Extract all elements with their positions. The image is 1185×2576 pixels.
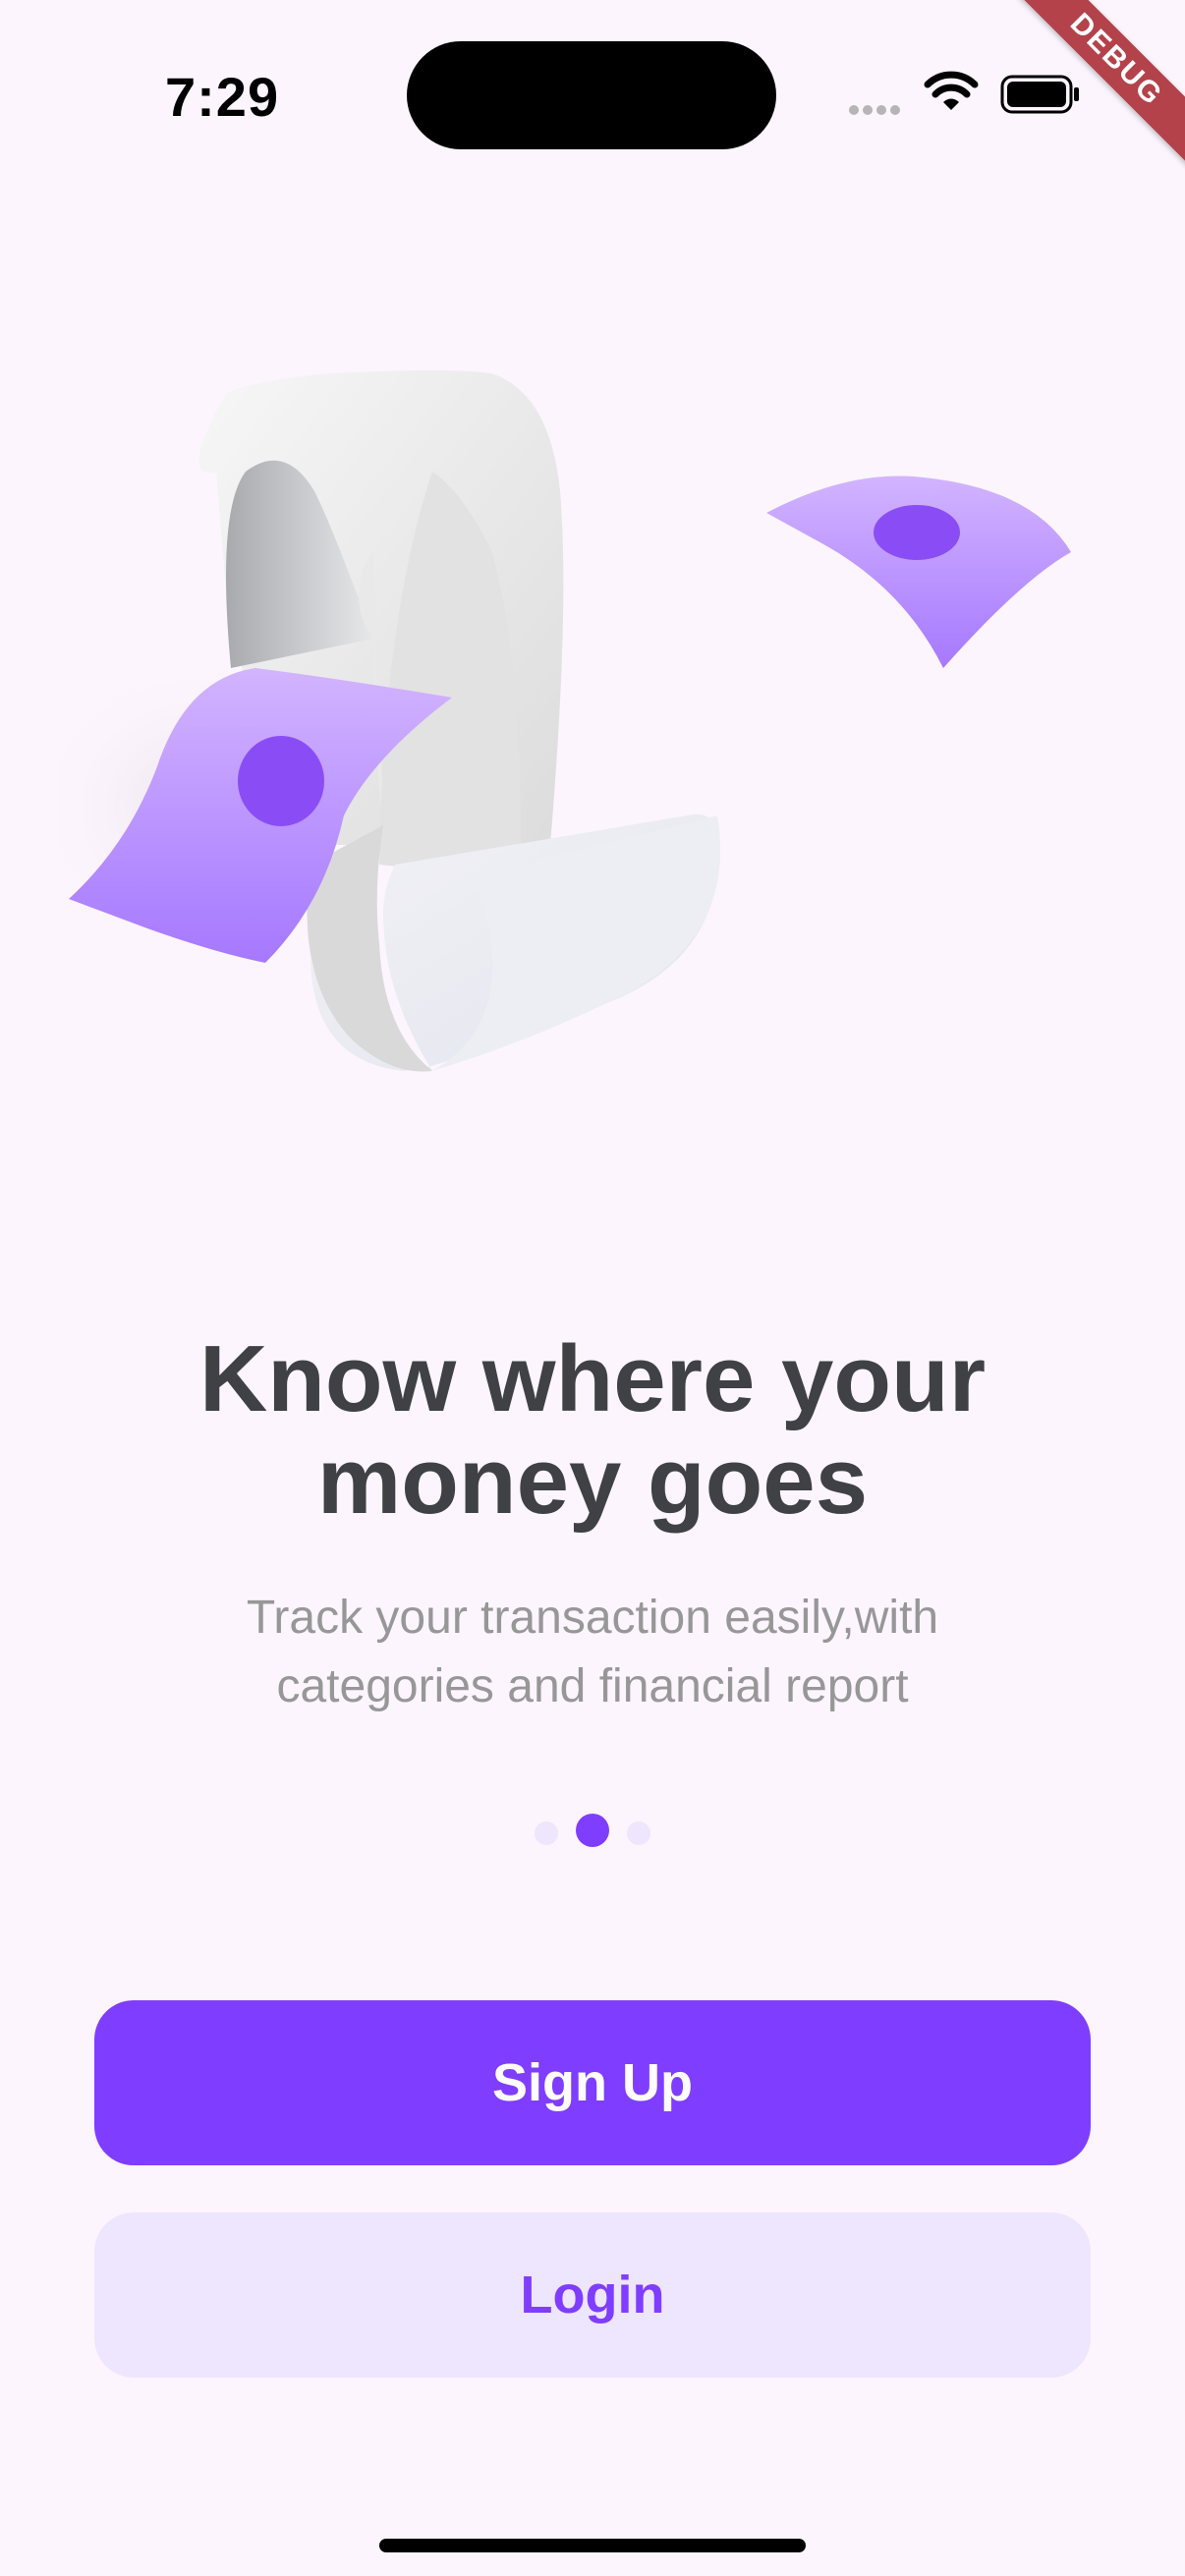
battery-icon (1000, 75, 1079, 114)
onboarding-title-line2: money goes (316, 1428, 869, 1534)
page-dot-3[interactable] (627, 1821, 650, 1845)
home-indicator[interactable] (379, 2539, 806, 2552)
onboarding-subtitle-line1: Track your transaction easily,with (246, 1592, 939, 1644)
status-bar: 7:29 (0, 0, 1185, 196)
onboarding-subtitle-line2: categories and financial report (276, 1660, 909, 1712)
dynamic-island (407, 41, 776, 149)
status-icons (845, 69, 1081, 118)
page-indicator (531, 1814, 654, 1847)
page-dot-1[interactable] (535, 1821, 558, 1845)
onboarding-title: Know where your money goes (0, 1328, 1185, 1533)
status-time: 7:29 (165, 66, 280, 128)
onboarding-subtitle: Track your transaction easily,with categ… (138, 1584, 1047, 1721)
receipt-with-money-icon (59, 369, 1071, 1072)
page-dot-2-active[interactable] (576, 1814, 609, 1847)
login-button[interactable]: Login (94, 2212, 1091, 2378)
signal-dots-icon (849, 102, 908, 115)
wifi-icon (924, 71, 979, 110)
onboarding-title-line1: Know where your (198, 1326, 987, 1431)
signup-button[interactable]: Sign Up (94, 2000, 1091, 2165)
